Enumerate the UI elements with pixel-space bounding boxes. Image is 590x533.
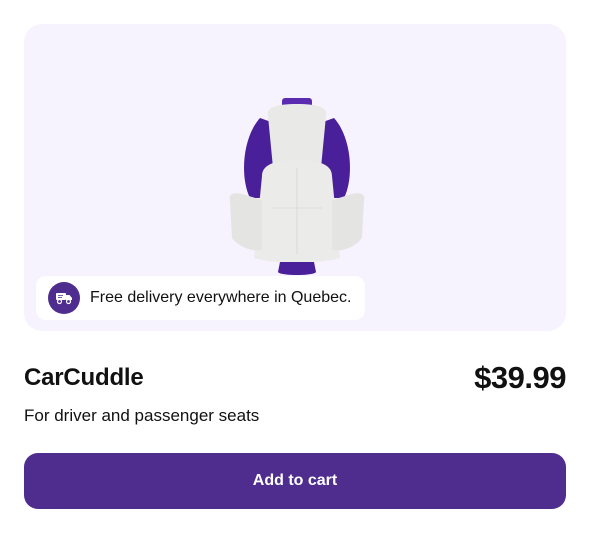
product-name: CarCuddle bbox=[24, 364, 144, 391]
product-price: $39.99 bbox=[474, 360, 566, 395]
car-seat-cushion-image[interactable] bbox=[202, 68, 392, 288]
add-to-cart-button[interactable]: Add to cart bbox=[24, 453, 566, 509]
product-card: Free delivery everywhere in Quebec. CarC… bbox=[0, 0, 590, 533]
product-subtitle: For driver and passenger seats bbox=[24, 406, 260, 425]
delivery-badge: Free delivery everywhere in Quebec. bbox=[36, 276, 366, 320]
delivery-text: Free delivery everywhere in Quebec. bbox=[90, 289, 352, 306]
delivery-truck-icon bbox=[48, 282, 80, 314]
title-row: CarCuddle $39.99 bbox=[24, 360, 566, 396]
product-image-panel: Free delivery everywhere in Quebec. bbox=[24, 24, 566, 331]
